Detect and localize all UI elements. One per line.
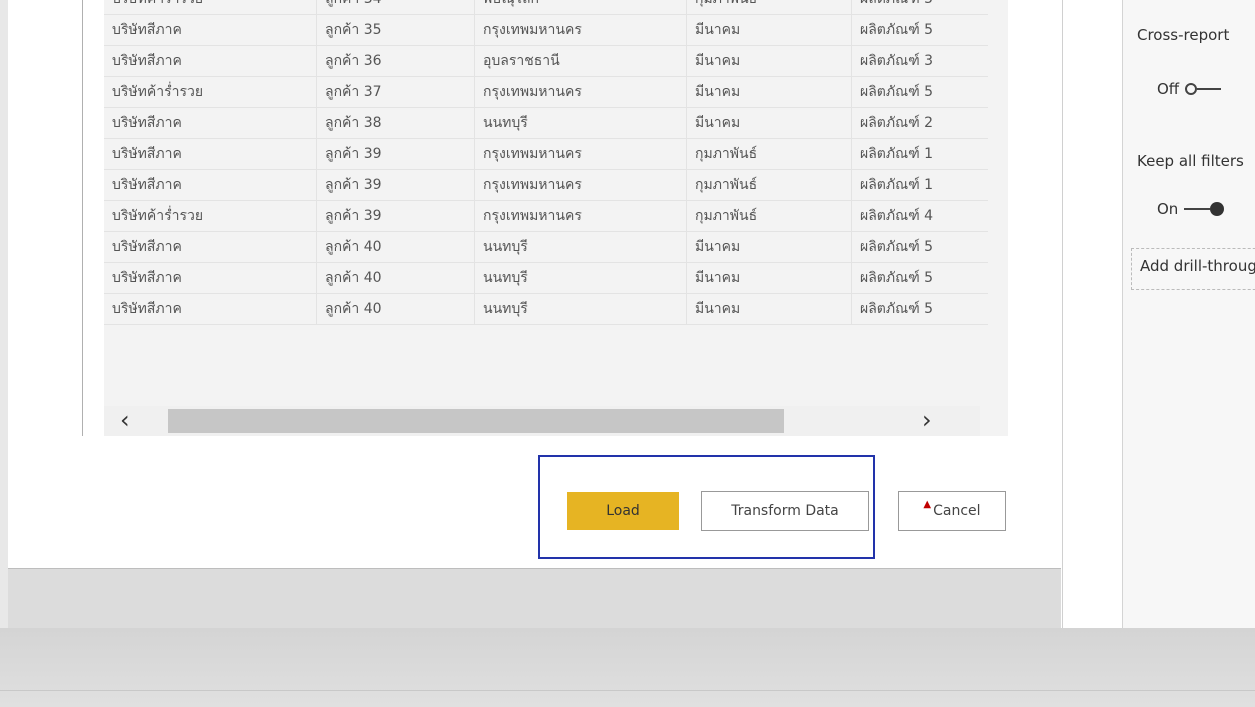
horizontal-scrollbar[interactable]: ‹ › <box>104 406 980 436</box>
table-cell: ลูกค้า 39 <box>316 138 475 170</box>
chevron-left-icon[interactable]: ‹ <box>120 407 130 433</box>
table-cell: ผลิตภัณฑ์ 1 <box>851 138 988 170</box>
table-cell: มีนาคม <box>686 14 852 46</box>
toggle-knob-icon <box>1210 202 1225 216</box>
app-left-edge <box>0 0 8 707</box>
cursor-mark-icon: ▲ <box>923 498 932 510</box>
add-drillthrough-field[interactable]: Add drill-through <box>1131 248 1255 290</box>
table-cell: นนทบุรี <box>474 262 687 294</box>
table-cell: บริษัทสีภาค <box>104 231 317 263</box>
table-cell: ลูกค้า 35 <box>316 14 475 46</box>
table-cell: กุมภาพันธ์ <box>686 0 852 15</box>
panel-divider <box>1062 0 1063 628</box>
table-cell: กรุงเทพมหานคร <box>474 200 687 232</box>
table-cell: ผลิตภัณฑ์ 5 <box>851 0 988 15</box>
table-row: บริษัทสีภาค ลูกค้า 35 กรุงเทพมหานคร มีนาคมผ… <box>104 14 988 46</box>
table-cell: มีนาคม <box>686 293 852 325</box>
table-cell: ลูกค้า 36 <box>316 45 475 77</box>
table-cell: นนทบุรี <box>474 293 687 325</box>
load-button[interactable]: Load <box>567 492 679 530</box>
status-divider <box>0 690 1255 691</box>
table-cell: กุมภาพันธ์ <box>686 169 852 201</box>
chevron-right-icon[interactable]: › <box>922 407 932 433</box>
table-cell: ลูกค้า 40 <box>316 231 475 263</box>
table-cell: บริษัทสีภาค <box>104 45 317 77</box>
cancel-label: Cancel <box>933 503 981 519</box>
table-cell: ผลิตภัณฑ์ 4 <box>851 200 988 232</box>
table-cell: ผลิตภัณฑ์ 2 <box>851 107 988 139</box>
table-cell: มีนาคม <box>686 45 852 77</box>
table-cell: ผลิตภัณฑ์ 5 <box>851 76 988 108</box>
table-row: บริษัทสีภาค ลูกค้า 36 อุบลราชธานี มีนาคม ผลิ… <box>104 45 988 77</box>
table-cell: อุบลราชธานี <box>474 45 687 77</box>
toggle-track <box>1184 208 1211 210</box>
table-cell: ลูกค้า 40 <box>316 262 475 294</box>
cross-report-toggle[interactable]: Off <box>1157 80 1222 98</box>
table-cell: ผลิตภัณฑ์ 5 <box>851 293 988 325</box>
table-cell: บริษัทสีภาค <box>104 14 317 46</box>
table-row: บริษัทสีภาค ลูกค้า 39 กรุงเทพมหานคร กุมภาพั… <box>104 138 988 170</box>
table-cell: ผลิตภัณฑ์ 1 <box>851 169 988 201</box>
drillthrough-pane: Cross-report Off Keep all filters On Add… <box>1122 0 1255 690</box>
table-row: บริษัทสีภาค ลูกค้า 40 นนทบุรี มีนาคม ผลิตภัณ… <box>104 231 988 263</box>
table-cell: มีนาคม <box>686 76 852 108</box>
table-cell: บริษัทค้าร่ำรวย <box>104 0 317 15</box>
table-cell: ลูกค้า 39 <box>316 200 475 232</box>
table-cell: ลูกค้า 37 <box>316 76 475 108</box>
preview-grid: บริษัทค้าร่ำรวยลูกค้า 34พิษณุโลกกุมภาพัน… <box>104 0 988 325</box>
cancel-button[interactable]: ▲ Cancel <box>898 491 1006 531</box>
table-cell: ลูกค้า 34 <box>316 0 475 15</box>
data-preview-table: บริษัทค้าร่ำรวยลูกค้า 34พิษณุโลกกุมภาพัน… <box>104 0 1008 436</box>
table-row: บริษัทสีภาค ลูกค้า 40 นนทบุรี มีนาคม ผลิตภัณ… <box>104 293 988 325</box>
table-cell: มีนาคม <box>686 262 852 294</box>
cross-report-label: Cross-report <box>1137 26 1230 44</box>
table-cell: กุมภาพันธ์ <box>686 138 852 170</box>
table-cell: ผลิตภัณฑ์ 5 <box>851 262 988 294</box>
table-cell: มีนาคม <box>686 231 852 263</box>
table-row: บริษัทสีภาค ลูกค้า 39 กรุงเทพมหานคร กุมภาพั… <box>104 169 988 201</box>
table-cell: บริษัทค้าร่ำรวย <box>104 200 317 232</box>
table-cell: กรุงเทพมหานคร <box>474 76 687 108</box>
toggle-knob-icon <box>1185 83 1198 95</box>
toggle-track <box>1197 88 1222 90</box>
status-bar <box>0 628 1255 707</box>
table-cell: ผลิตภัณฑ์ 3 <box>851 45 988 77</box>
table-cell: บริษัทสีภาค <box>104 293 317 325</box>
dialog-divider <box>82 0 83 436</box>
table-cell: กรุงเทพมหานคร <box>474 14 687 46</box>
table-cell: มีนาคม <box>686 107 852 139</box>
table-row: บริษัทสีภาค ลูกค้า 38 นนทบุรี มีนาคม ผลิตภัณ… <box>104 107 988 139</box>
table-cell: ลูกค้า 38 <box>316 107 475 139</box>
table-cell: บริษัทสีภาค <box>104 262 317 294</box>
table-cell: บริษัทสีภาค <box>104 169 317 201</box>
table-cell: นนทบุรี <box>474 107 687 139</box>
table-cell: ลูกค้า 39 <box>316 169 475 201</box>
table-cell: ผลิตภัณฑ์ 5 <box>851 14 988 46</box>
table-cell: บริษัทค้าร่ำรวย <box>104 76 317 108</box>
table-row: บริษัทค้าร่ำรวย ลูกค้า 37 กรุงเทพมหานคร มีน… <box>104 76 988 108</box>
table-cell: กุมภาพันธ์ <box>686 200 852 232</box>
table-cell: กรุงเทพมหานคร <box>474 138 687 170</box>
panel-gap <box>1061 0 1123 628</box>
keep-filters-state: On <box>1157 200 1179 218</box>
table-row: บริษัทค้าร่ำรวยลูกค้า 34พิษณุโลกกุมภาพัน… <box>104 0 988 15</box>
keep-filters-label: Keep all filters <box>1137 152 1244 170</box>
keep-filters-toggle[interactable]: On <box>1157 200 1225 218</box>
table-cell: ลูกค้า 40 <box>316 293 475 325</box>
table-cell: พิษณุโลก <box>474 0 687 15</box>
table-cell: กรุงเทพมหานคร <box>474 169 687 201</box>
table-row: บริษัทค้าร่ำรวย ลูกค้า 39 กรุงเทพมหานคร กุม… <box>104 200 988 232</box>
transform-data-button[interactable]: Transform Data <box>701 491 869 531</box>
table-cell: บริษัทสีภาค <box>104 138 317 170</box>
table-cell: นนทบุรี <box>474 231 687 263</box>
table-cell: บริษัทสีภาค <box>104 107 317 139</box>
cross-report-state: Off <box>1157 80 1180 98</box>
horizontal-scroll-thumb[interactable] <box>168 409 784 433</box>
table-row: บริษัทสีภาค ลูกค้า 40 นนทบุรี มีนาคม ผลิตภัณ… <box>104 262 988 294</box>
table-cell: ผลิตภัณฑ์ 5 <box>851 231 988 263</box>
